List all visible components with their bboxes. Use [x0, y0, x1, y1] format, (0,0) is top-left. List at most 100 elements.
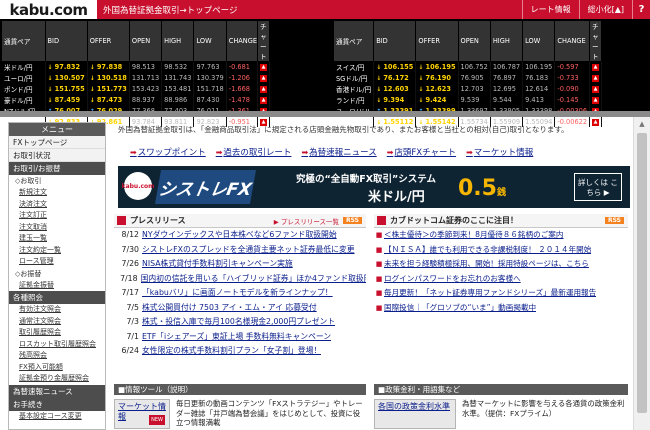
chart-icon[interactable]: ▲ [592, 64, 600, 71]
rate-row[interactable]: ランド/円 ↓ 9.394 ↓ 9.424 9.539 9.544 9.413 -0.145… [334, 94, 603, 105]
campaign-link[interactable]: ＜株主優待＞の季節到来！8月優待８６銘柄のご案内 [384, 228, 564, 243]
currency-pair[interactable]: ユーロ/円 [2, 72, 46, 83]
scroll-thumb[interactable] [637, 133, 647, 413]
sidebar-link-inquiry[interactable]: 取引履歴照会 [9, 327, 105, 339]
press-title-link[interactable]: 株式・投信入庫で毎月100名様現金2,000円プレゼント [142, 315, 335, 330]
sidebar-link-trade[interactable]: 決済注文 [9, 199, 105, 211]
help-icon[interactable]: ? [632, 0, 650, 19]
rate-row[interactable]: SGドル/円 ↓ 76.172 ↓ 76.190 76.905 76.897 76.183… [334, 72, 603, 83]
rate-row[interactable]: スイス/円 ↓ 106.155 ↓ 106.195 106.752 106.787 106… [334, 61, 603, 72]
chart-cell[interactable]: ▲ [257, 61, 270, 72]
press-row[interactable]: 7/1 ETF「iシェアーズ」東証上場 手数料無料キャンペーン [114, 330, 366, 345]
sidebar-link-inquiry[interactable]: 有効注文照会 [9, 304, 105, 316]
chart-icon[interactable]: ▲ [260, 64, 267, 71]
chart-cell[interactable]: ▲ [589, 72, 603, 83]
campaign-row[interactable]: ■ ＜株主優待＞の季節到来！8月優待８６銘柄のご案内 [374, 228, 628, 243]
bid-price[interactable]: ↓ 76.172 [373, 72, 417, 83]
currency-pair[interactable]: SGドル/円 [334, 72, 375, 83]
chart-icon[interactable]: ▲ [592, 86, 600, 93]
campaign-row[interactable]: ■ 国際投信｜「グロソブの“いま”」動画掲載中 [374, 301, 628, 316]
press-title-link[interactable]: 女性限定の株式手数料割引プラン「女子割」登場！ [142, 344, 321, 359]
offer-price[interactable]: ↓ 151.773 [87, 83, 130, 94]
chart-icon[interactable]: ▲ [592, 75, 600, 82]
offer-price[interactable]: ↓ 9.424 [415, 94, 459, 105]
campaign-row[interactable]: ■ 毎月更新！「ネット証券専用ファンドシリーズ」最新運用報告 [374, 286, 628, 301]
offer-price[interactable]: ↓ 97.838 [87, 61, 130, 72]
bid-price[interactable]: ↓ 9.394 [373, 94, 417, 105]
currency-pair[interactable]: ランド/円 [334, 94, 375, 105]
banner-more-button[interactable]: 詳しくは こちら ▶ [574, 173, 622, 201]
sidebar-link-transfer[interactable]: 証拠金振替 [9, 280, 105, 292]
sidebar-link-trade[interactable]: 注文約定一覧 [9, 245, 105, 257]
press-row[interactable]: 7/17 「kabuバリ」に画面ノートモデルを新ラインナップ！ [114, 286, 366, 301]
press-row[interactable]: 7/5 株式公開買付け 7503 アイ・エム・アイ 応募受付 [114, 301, 366, 316]
press-title-link[interactable]: 「kabuバリ」に画面ノートモデルを新ラインナップ！ [142, 286, 333, 301]
currency-pair[interactable]: 豪ドル/円 [2, 94, 46, 105]
rate-row[interactable]: ポンド/円 ↓ 151.755 ↓ 151.773 153.423 153.481 151… [2, 83, 270, 94]
chart-cell[interactable]: ▲ [257, 72, 270, 83]
market-info-tile[interactable]: マーケット情報 NEW [114, 399, 170, 429]
press-title-link[interactable]: 株式公開買付け 7503 アイ・エム・アイ 応募受付 [142, 301, 317, 316]
chart-icon[interactable]: ▲ [592, 97, 600, 104]
offer-price[interactable]: ↓ 87.473 [87, 94, 130, 105]
currency-pair[interactable]: 香港ドル/円 [334, 83, 375, 94]
sidebar-link-trade[interactable]: 注文取消 [9, 222, 105, 234]
sidebar-link-trade[interactable]: 注文訂正 [9, 210, 105, 222]
chart-icon[interactable]: ▲ [260, 75, 267, 82]
bid-price[interactable]: ↓ 130.507 [45, 72, 88, 83]
nav-link[interactable]: ➡為替速報ニュース [301, 146, 376, 158]
vertical-scrollbar[interactable]: ▲ [633, 117, 650, 430]
nav-link[interactable]: ➡過去の取引レート [216, 146, 292, 158]
campaign-link[interactable]: 【ＮＩＳＡ】誰でも利用できる非課税制度！ ２０１４年開始 [384, 243, 591, 258]
rate-row[interactable]: 米ドル/円 ↓ 97.832 ↓ 97.838 98.513 98.532 97.763-… [2, 61, 270, 72]
press-row[interactable]: 6/24 女性限定の株式手数料割引プラン「女子割」登場！ [114, 344, 366, 359]
nav-link[interactable]: ➡マーケット情報 [466, 146, 533, 158]
rss-icon[interactable]: RSS [343, 217, 362, 224]
sidebar-group-inquiry[interactable]: 各種照会 [9, 291, 105, 304]
sidebar-item-trade-status[interactable]: お取引状況 [9, 149, 105, 162]
press-title-link[interactable]: シストレFXのスプレッドを全通貨主要ネット証券最低に変更 [142, 243, 355, 258]
campaign-link[interactable]: 毎月更新！「ネット証券専用ファンドシリーズ」最新運用報告 [384, 286, 596, 301]
nav-link[interactable]: ➡スワップポイント [130, 146, 206, 158]
press-row[interactable]: 8/12 NYダウインデックスや日本株ベなど6ファンド取扱開始 [114, 228, 366, 243]
offer-price[interactable]: ↓ 130.518 [87, 72, 130, 83]
chart-cell[interactable]: ▲ [589, 83, 603, 94]
campaign-link[interactable]: 国際投信｜「グロソブの“いま”」動画掲載中 [384, 301, 536, 316]
bid-price[interactable]: ↓ 151.755 [45, 83, 88, 94]
campaign-row[interactable]: ■ ログインパスワードをお忘れのお客様へ [374, 272, 628, 287]
rss-icon[interactable]: RSS [605, 217, 624, 224]
chart-cell[interactable]: ▲ [589, 61, 603, 72]
sidebar-link-trade[interactable]: ロース管理 [9, 256, 105, 268]
press-list-link[interactable]: ▶ プレスリリース一覧 [274, 216, 339, 226]
press-title-link[interactable]: 国内初の信託を用いる「ハイブリッド証券」ほか4ファンド取扱開始 [141, 272, 366, 287]
sidebar-group-procedures[interactable]: お手続き [9, 397, 105, 411]
press-title-link[interactable]: ETF「iシェアーズ」東証上場 手数料無料キャンペーン [142, 330, 331, 345]
press-title-link[interactable]: NISA株式貸付手数料割引キャンペーン実施 [142, 257, 293, 272]
campaign-row[interactable]: ■ 未来を担う経験積極採用、開始！採用特設ページは、こちら [374, 257, 628, 272]
scroll-up-icon[interactable]: ▲ [634, 117, 650, 131]
bid-price[interactable]: ↓ 97.832 [45, 61, 88, 72]
sidebar-link-course-change[interactable]: 基本設定コース変更 [9, 411, 105, 423]
currency-pair[interactable]: スイス/円 [334, 61, 375, 72]
rate-info-button[interactable]: レート情報 [521, 0, 579, 19]
press-row[interactable]: 7/26 NISA株式貸付手数料割引キャンペーン実施 [114, 257, 366, 272]
press-row[interactable]: 7/3 株式・投信入庫で毎月100名様現金2,000円プレゼント [114, 315, 366, 330]
offer-price[interactable]: ↓ 76.190 [415, 72, 459, 83]
campaign-row[interactable]: ■ 【ＮＩＳＡ】誰でも利用できる非課税制度！ ２０１４年開始 [374, 243, 628, 258]
bid-price[interactable]: ↓ 106.155 [373, 61, 417, 72]
offer-price[interactable]: ↓ 106.195 [415, 61, 459, 72]
policy-rate-tile[interactable]: 各国の政策金利水準 [374, 399, 456, 429]
systrade-banner[interactable]: kabu.com シストレFX 究極の“全自動FX取引”システム 米ドル/円 0… [118, 166, 630, 208]
rate-row[interactable]: 香港ドル/円 ↓ 12.603 ↓ 12.623 12.703 12.695 12.614… [334, 83, 603, 94]
sidebar-link-inquiry[interactable]: FX預入可能額 [9, 362, 105, 374]
chart-cell[interactable]: ▲ [257, 94, 270, 105]
chart-cell[interactable]: ▲ [589, 94, 603, 105]
campaign-link[interactable]: 未来を担う経験積極採用、開始！採用特設ページは、こちら [384, 257, 589, 272]
sidebar-group-news[interactable]: 為替速報ニュース [9, 384, 105, 398]
currency-pair[interactable]: ポンド/円 [2, 83, 46, 94]
sidebar-link-inquiry[interactable]: 通常注文照会 [9, 316, 105, 328]
campaign-link[interactable]: ログインパスワードをお忘れのお客様へ [384, 272, 521, 287]
bid-price[interactable]: ↓ 12.603 [373, 83, 417, 94]
rate-row[interactable]: ユーロ/円 ↓ 130.507 ↓ 130.518 131.713 131.743 130… [2, 72, 270, 83]
press-row[interactable]: 7/30 シストレFXのスプレッドを全通貨主要ネット証券最低に変更 [114, 243, 366, 258]
